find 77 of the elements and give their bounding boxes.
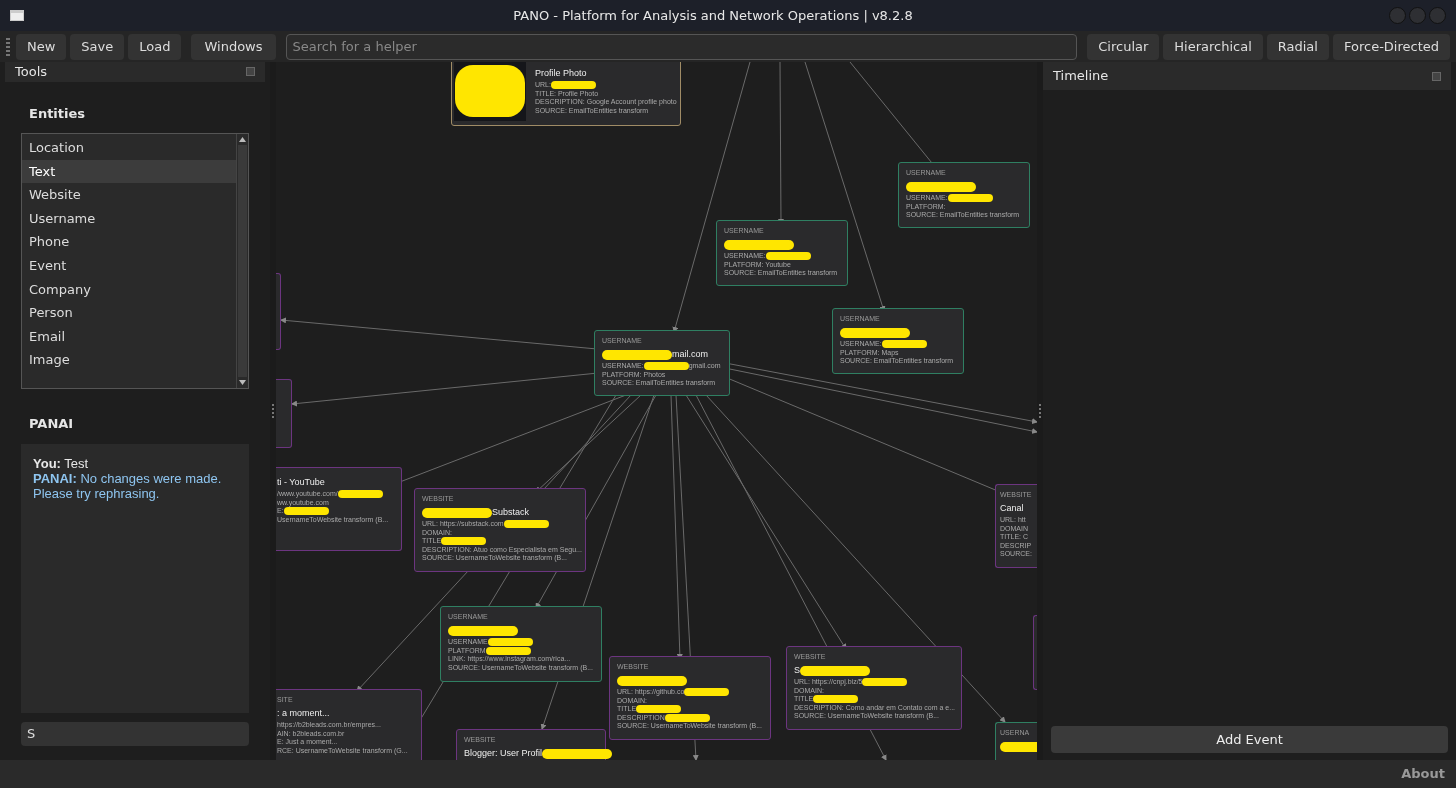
- toolbar-button[interactable]: Load: [128, 33, 182, 60]
- redaction-mark: [636, 705, 682, 714]
- node-title: S: [794, 665, 800, 675]
- redaction-mark: [448, 625, 518, 636]
- redaction-mark: [337, 490, 383, 499]
- node-title: Blogger: User Profil: [464, 748, 543, 758]
- scroll-thumb[interactable]: [238, 145, 247, 377]
- splitter-handle[interactable]: [1039, 404, 1041, 418]
- float-icon[interactable]: [246, 67, 255, 77]
- entity-list-item[interactable]: Location: [22, 136, 236, 160]
- redaction-mark: [684, 688, 730, 697]
- entity-list-item[interactable]: Event: [22, 253, 236, 278]
- redaction-mark: [947, 194, 993, 203]
- redaction-mark: [800, 665, 870, 676]
- redaction-mark: [441, 537, 487, 546]
- scroll-down-icon[interactable]: [239, 380, 246, 385]
- float-icon[interactable]: [1432, 71, 1441, 81]
- redaction-mark: [602, 349, 672, 360]
- graph-node[interactable]: [276, 379, 292, 448]
- search-field[interactable]: Search for a helper: [285, 33, 1078, 60]
- redaction-mark: [765, 252, 811, 261]
- redaction-mark: [283, 507, 329, 516]
- chat-input-field[interactable]: S: [21, 721, 249, 746]
- entity-list-item[interactable]: Phone: [22, 230, 236, 254]
- node-title: mail.com: [672, 349, 708, 359]
- minimize-button[interactable]: [1389, 7, 1406, 24]
- redaction-mark: [840, 327, 910, 338]
- redaction-mark: [422, 507, 492, 518]
- scrollbar[interactable]: [236, 134, 248, 388]
- section-heading: Entities: [29, 104, 87, 123]
- redaction-mark: [881, 340, 927, 349]
- redaction-mark: [503, 520, 549, 529]
- layout-button[interactable]: Force-Directed: [1332, 33, 1450, 60]
- redaction-mark: [617, 675, 687, 686]
- node-title: Profile Photo: [535, 68, 587, 78]
- entity-list-item[interactable]: Website: [22, 183, 236, 207]
- scroll-up-icon[interactable]: [239, 137, 246, 142]
- entity-list-item[interactable]: Email: [22, 324, 236, 349]
- entity-list-item[interactable]: Image: [22, 348, 236, 372]
- toolbar-grip-icon[interactable]: [6, 37, 10, 56]
- layout-button[interactable]: Hierarchical: [1163, 33, 1263, 60]
- add-event-button[interactable]: Add Event: [1051, 726, 1448, 753]
- node-title: Substack: [492, 507, 530, 517]
- chat-message: You: Test: [33, 455, 90, 471]
- redaction-mark: [813, 695, 859, 704]
- redaction-mark: [643, 362, 689, 371]
- redaction-mark: [542, 748, 613, 759]
- layout-button[interactable]: Circular: [1087, 33, 1160, 60]
- redaction-mark: [862, 678, 908, 687]
- layout-button[interactable]: Radial: [1266, 33, 1329, 60]
- node-title: : a moment...: [277, 708, 330, 718]
- windows-button[interactable]: Windows: [191, 33, 276, 60]
- close-button[interactable]: [1429, 7, 1446, 24]
- entity-list-item[interactable]: Text: [22, 159, 236, 184]
- about-link[interactable]: About: [1401, 764, 1445, 784]
- node-title: Canal: [1000, 503, 1024, 513]
- node-title: ti - YouTube: [277, 477, 325, 487]
- panel-title: Timeline: [1053, 67, 1109, 86]
- redaction-mark: [724, 239, 794, 250]
- entity-list-item[interactable]: Username: [22, 206, 236, 231]
- section-heading: PANAI: [29, 415, 75, 433]
- panel-title: Tools: [15, 63, 48, 81]
- redaction-mark: [906, 181, 976, 192]
- toolbar-button[interactable]: Save: [70, 33, 125, 60]
- window-title: PANO - Platform for Analysis and Network Operations | v8.2.8: [512, 6, 914, 25]
- redaction-mark: [487, 638, 533, 647]
- entity-list-item[interactable]: Person: [22, 301, 236, 325]
- redaction-mark: [664, 713, 710, 722]
- toolbar-button[interactable]: New: [16, 33, 67, 60]
- redaction-mark: [485, 646, 531, 655]
- redaction-mark: [550, 81, 596, 90]
- entity-list-item[interactable]: Company: [22, 277, 236, 302]
- maximize-button[interactable]: [1409, 7, 1426, 24]
- chat-message: PANAI: No changes were made. Please try rephrasing.: [33, 470, 223, 501]
- window-icon: [10, 10, 24, 21]
- graph-node[interactable]: [276, 273, 281, 350]
- splitter-handle[interactable]: [272, 404, 274, 418]
